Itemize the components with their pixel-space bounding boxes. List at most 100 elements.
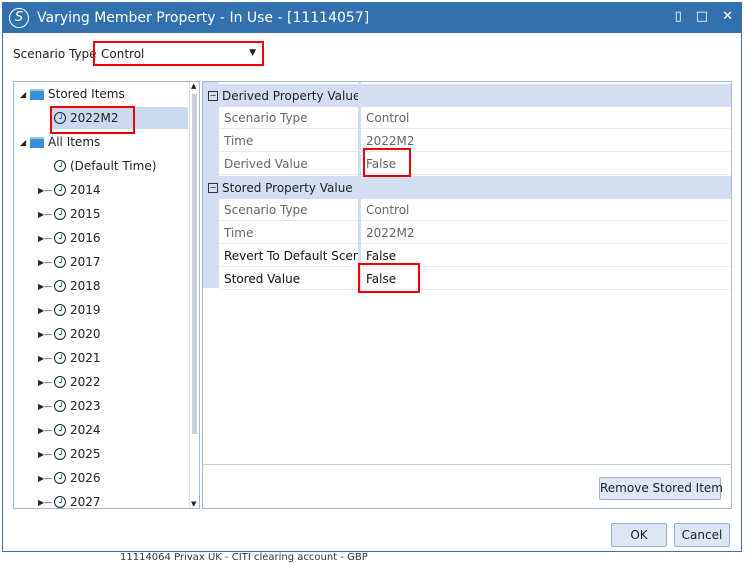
clock-icon [54, 328, 66, 340]
property-name: Scenario Type [219, 199, 358, 221]
clock-icon [54, 472, 66, 484]
ok-button[interactable]: OK [611, 523, 667, 547]
expand-icon[interactable]: ▶— [38, 306, 54, 315]
tree-node-year[interactable]: ▶— 2022 [38, 371, 101, 393]
tree-node-year[interactable]: ▶— 2026 [38, 467, 101, 489]
tree-scrollbar[interactable]: ▲ ▼ [189, 82, 199, 508]
clock-icon [54, 208, 66, 220]
property-row[interactable]: Stored Value False [203, 268, 731, 291]
expand-icon[interactable]: ▶— [38, 402, 54, 411]
tree-node-year[interactable]: ▶— 2018 [38, 275, 101, 297]
node-label: 2014 [70, 183, 101, 197]
tree-node-all-items[interactable]: ◢ All Items [20, 131, 100, 153]
collapse-icon[interactable]: ◢ [20, 138, 30, 147]
collapse-icon[interactable]: ◢ [20, 90, 30, 99]
node-label: 2021 [70, 351, 101, 365]
property-row[interactable]: Derived Value False [203, 153, 731, 176]
property-name: Scenario Type [219, 107, 358, 129]
node-label: 2018 [70, 279, 101, 293]
node-label: 2026 [70, 471, 101, 485]
maximize-icon[interactable]: □ [696, 9, 708, 24]
clock-icon [54, 376, 66, 388]
property-row[interactable]: Revert To Default ScenarioFalse [203, 245, 731, 268]
folder-icon [30, 88, 44, 100]
scroll-up-icon[interactable]: ▲ [191, 82, 196, 90]
tree-node-year[interactable]: ▶— 2023 [38, 395, 101, 417]
tree-node-year[interactable]: ▶— 2021 [38, 347, 101, 369]
property-row[interactable]: Time 2022M2 [203, 130, 731, 153]
property-row[interactable]: Scenario Type Control [203, 107, 731, 130]
pin-icon[interactable]: ▯ [675, 9, 682, 24]
expand-icon[interactable]: ▶— [38, 354, 54, 363]
tree-node-year[interactable]: ▶— 2027 [38, 491, 101, 509]
node-label: Stored Items [48, 87, 125, 101]
expand-icon[interactable]: ▶— [38, 450, 54, 459]
property-row[interactable]: Time 2022M2 [203, 222, 731, 245]
property-name: Stored Value [219, 268, 358, 290]
node-label: 2020 [70, 327, 101, 341]
clock-icon [54, 232, 66, 244]
folder-icon [30, 136, 44, 148]
node-label: 2022 [70, 375, 101, 389]
tree-node-year[interactable]: ▶— 2020 [38, 323, 101, 345]
expand-icon[interactable]: ▶— [38, 258, 54, 267]
highlight-box [363, 148, 411, 177]
node-label: 2019 [70, 303, 101, 317]
tree-node-year[interactable]: ▶— 2014 [38, 179, 101, 201]
property-value: 2022M2 [361, 130, 731, 152]
property-row[interactable]: Scenario Type Control [203, 199, 731, 222]
expand-icon[interactable]: ▶— [38, 378, 54, 387]
tree-node-stored-items[interactable]: ◢ Stored Items [20, 83, 125, 105]
collapse-icon[interactable]: − [208, 182, 218, 193]
close-icon[interactable]: ✕ [722, 9, 733, 24]
dialog-title: Varying Member Property - In Use - [1111… [37, 10, 370, 26]
remove-stored-item-button[interactable]: Remove Stored Item [599, 477, 723, 500]
title-bar[interactable]: S Varying Member Property - In Use - [11… [3, 3, 741, 33]
tree-node-year[interactable]: ▶— 2024 [38, 419, 101, 441]
expand-icon[interactable]: ▶— [38, 498, 54, 507]
tree-node-default-time[interactable]: (Default Time) [54, 155, 156, 177]
property-value: Control [361, 199, 731, 221]
collapse-icon[interactable]: − [208, 90, 218, 101]
property-value: Control [361, 107, 731, 129]
tree-node-year[interactable]: ▶— 2015 [38, 203, 101, 225]
clock-icon [54, 184, 66, 196]
expand-icon[interactable]: ▶— [38, 282, 54, 291]
scenario-type-select[interactable]: Control ▼ [93, 41, 264, 66]
node-label: 2023 [70, 399, 101, 413]
property-value: False [361, 153, 731, 175]
node-label: (Default Time) [70, 159, 157, 173]
dropdown-arrow-icon: ▼ [249, 48, 256, 58]
cancel-button[interactable]: Cancel [674, 523, 730, 547]
scroll-thumb[interactable] [192, 94, 197, 434]
background-row: 11114064 Privax UK - CITI clearing accou… [120, 552, 368, 563]
scroll-down-icon[interactable]: ▼ [191, 500, 196, 508]
node-label: 2017 [70, 255, 101, 269]
expand-icon[interactable]: ▶— [38, 210, 54, 219]
expand-icon[interactable]: ▶— [38, 474, 54, 483]
expand-icon[interactable]: ▶— [38, 186, 54, 195]
tree-node-year[interactable]: ▶— 2025 [38, 443, 101, 465]
column-splitter[interactable] [358, 82, 361, 291]
property-value: 2022M2 [361, 222, 731, 244]
section-title: Stored Property Value [222, 180, 353, 195]
highlight-box [358, 263, 420, 293]
property-grid: − Derived Property Value Scenario Type Cont… [202, 81, 732, 509]
node-label: 2024 [70, 423, 101, 437]
expand-icon[interactable]: ▶— [38, 426, 54, 435]
node-label: All Items [48, 135, 101, 149]
expand-icon[interactable]: ▶— [38, 234, 54, 243]
tree-node-year[interactable]: ▶— 2017 [38, 251, 101, 273]
varying-member-property-dialog: S Varying Member Property - In Use - [11… [2, 2, 742, 552]
clock-icon [54, 304, 66, 316]
clock-icon [54, 256, 66, 268]
app-logo-icon: S [9, 8, 29, 28]
tree-node-year[interactable]: ▶— 2019 [38, 299, 101, 321]
scenario-type-value: Control [101, 47, 145, 61]
expand-icon[interactable]: ▶— [38, 330, 54, 339]
stored-section-header[interactable]: − Stored Property Value [203, 176, 731, 199]
node-label: 2015 [70, 207, 101, 221]
tree-node-year[interactable]: ▶— 2016 [38, 227, 101, 249]
node-label: 2027 [70, 495, 101, 509]
derived-section-header[interactable]: − Derived Property Value [203, 84, 731, 107]
